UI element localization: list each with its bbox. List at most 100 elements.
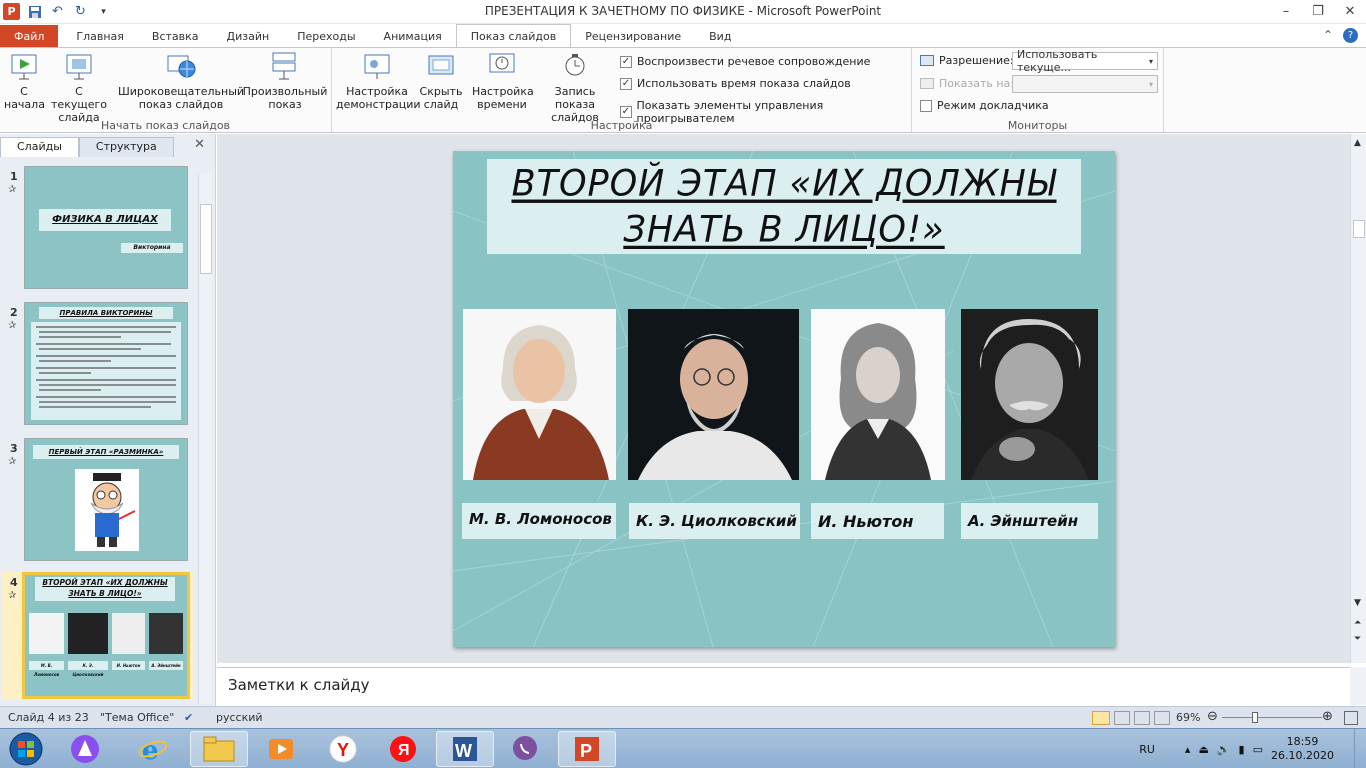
broadcast-button[interactable]: Широковещательный показ слайдов	[118, 51, 244, 111]
resolution-dropdown[interactable]: Использовать текуще... ▾	[1012, 48, 1158, 74]
scrollbar-thumb[interactable]	[200, 204, 212, 274]
broadcast-label: Широковещательный показ слайдов	[118, 85, 245, 111]
internet-explorer-icon[interactable]: e	[124, 731, 182, 767]
zoom-slider-thumb[interactable]	[1252, 712, 1258, 723]
file-explorer-icon[interactable]	[190, 731, 248, 767]
notes-scrollbar[interactable]	[1350, 667, 1366, 705]
fit-to-window-icon[interactable]	[1344, 711, 1358, 725]
portrait-tsiolkovsky[interactable]	[628, 309, 799, 480]
hide-slide-button[interactable]: Скрыть слайд	[418, 51, 464, 111]
close-icon[interactable]: ✕	[194, 137, 205, 152]
show-desktop-button[interactable]	[1354, 729, 1366, 768]
tab-home[interactable]: Главная	[62, 25, 138, 47]
thumb-body-text	[31, 322, 181, 420]
zoom-level[interactable]: 69%	[1176, 711, 1200, 724]
help-icon[interactable]: ?	[1343, 28, 1358, 43]
thumb-preview: ПЕРВЫЙ ЭТАП «РАЗМИНКА»	[24, 438, 188, 561]
minimize-ribbon-icon[interactable]: ⌃	[1323, 28, 1333, 43]
zoom-out-icon[interactable]: ⊖	[1207, 709, 1218, 724]
name-box-lomonosov[interactable]: М. В. Ломоносов	[462, 503, 616, 539]
slide-title-box[interactable]: ВТОРОЙ ЭТАП «ИХ ДОЛЖНЫ ЗНАТЬ В ЛИЦО!»	[487, 159, 1081, 254]
portrait-newton[interactable]	[811, 309, 945, 480]
name-box-newton[interactable]: И. Ньютон	[811, 503, 944, 539]
powerpoint-taskbar-icon[interactable]: P	[558, 731, 616, 767]
scrollbar-thumb[interactable]	[1353, 220, 1365, 238]
main-scrollbar[interactable]: ▲ ▼ ⏶ ⏷	[1350, 134, 1366, 663]
clock[interactable]: 18:59 26.10.2020	[1271, 735, 1334, 763]
tab-review[interactable]: Рецензирование	[571, 25, 695, 47]
thumb-preview: ВТОРОЙ ЭТАП «ИХ ДОЛЖНЫ ЗНАТЬ В ЛИЦО!» М.…	[22, 572, 190, 699]
rehearse-timings-button[interactable]: Настройка времени	[472, 51, 534, 111]
slide-thumbnail-2[interactable]: 2 ✰ ПРАВИЛА ВИКТОРИНЫ	[0, 302, 200, 427]
spellcheck-icon[interactable]: ✔	[184, 711, 193, 724]
close-button[interactable]: ✕	[1334, 0, 1366, 22]
reading-view-icon[interactable]	[1134, 711, 1150, 725]
restore-button[interactable]: ❐	[1302, 0, 1334, 22]
zoom-in-icon[interactable]: ⊕	[1322, 709, 1333, 724]
ribbon-right-controls: ⌃ ?	[1323, 28, 1358, 43]
scroll-up-icon[interactable]: ▲	[1354, 138, 1361, 148]
tab-slides[interactable]: Слайды	[0, 137, 79, 157]
tab-outline[interactable]: Структура	[78, 137, 174, 157]
slideshow-view-icon[interactable]	[1154, 711, 1170, 725]
tab-design[interactable]: Дизайн	[213, 25, 284, 47]
name-box-tsiolkovsky[interactable]: К. Э. Циолковский	[629, 503, 800, 539]
viber-icon[interactable]	[496, 731, 554, 767]
word-icon[interactable]: W	[436, 731, 494, 767]
slide-thumbnail-3[interactable]: 3 ✰ ПЕРВЫЙ ЭТАП «РАЗМИНКА»	[0, 438, 200, 563]
portrait-lomonosov[interactable]	[463, 309, 616, 480]
ribbon-tabs: Файл Главная Вставка Дизайн Переходы Ани…	[0, 24, 1366, 47]
next-slide-icon[interactable]: ⏷	[1354, 634, 1361, 644]
group-label-start: Начать показ слайдов	[100, 119, 231, 132]
custom-show-button[interactable]: Произвольный показ	[242, 51, 328, 111]
setup-show-button[interactable]: Настройка демонстрации	[336, 51, 421, 111]
presenter-view-checkbox[interactable]: Режим докладчика	[920, 99, 1049, 112]
thumb-portrait-1	[29, 613, 64, 654]
timings-checkbox[interactable]: ✓ Использовать время показа слайдов	[620, 77, 851, 90]
timings-check-icon: ✓	[620, 77, 632, 90]
tab-insert[interactable]: Вставка	[138, 25, 213, 47]
from-current-button[interactable]: С текущего слайда	[46, 51, 112, 124]
tab-transitions[interactable]: Переходы	[283, 25, 369, 47]
show-on-dropdown[interactable]: ▾	[1012, 75, 1158, 93]
current-slide[interactable]: ВТОРОЙ ЭТАП «ИХ ДОЛЖНЫ ЗНАТЬ В ЛИЦО!» М.…	[453, 151, 1115, 647]
minimize-button[interactable]: –	[1270, 0, 1302, 22]
thumb-portrait-2	[68, 613, 108, 654]
from-start-button[interactable]: С начала	[4, 51, 45, 111]
slide-thumbnail-1[interactable]: 1 ✰ ФИЗИКА В ЛИЦАХ Викторина	[0, 166, 200, 291]
thumb-name: К. Э. Циолковский	[68, 661, 108, 677]
ribbon: С начала С текущего слайда Широковещател…	[0, 47, 1366, 133]
start-button[interactable]	[0, 731, 52, 767]
slide-thumbnail-4[interactable]: 4 ✰ ВТОРОЙ ЭТАП «ИХ ДОЛЖНЫ ЗНАТЬ В ЛИЦО!…	[0, 572, 200, 699]
narration-checkbox[interactable]: ✓ Воспроизвести речевое сопровождение	[620, 55, 870, 68]
portrait-einstein[interactable]	[961, 309, 1098, 480]
yandex-browser-icon[interactable]: Y	[314, 731, 372, 767]
show-hidden-icons-icon[interactable]: ▴	[1185, 743, 1191, 756]
network-signal-icon[interactable]: ▮	[1239, 743, 1245, 756]
usb-device-icon[interactable]: ⏏	[1198, 743, 1208, 756]
normal-view-icon[interactable]	[1092, 711, 1110, 725]
resolution-label: Разрешение:	[939, 54, 1014, 67]
input-language[interactable]: RU	[1139, 743, 1155, 756]
alice-app-icon[interactable]	[56, 731, 114, 767]
volume-icon[interactable]: 🔈	[1217, 743, 1231, 756]
language-indicator[interactable]: русский	[216, 711, 263, 724]
tab-animations[interactable]: Анимация	[370, 25, 456, 47]
group-label-setup: Настройка	[590, 119, 653, 132]
tab-file[interactable]: Файл	[0, 25, 59, 47]
scroll-down-icon[interactable]: ▼	[1354, 598, 1361, 608]
name-box-einstein[interactable]: А. Эйнштейн	[961, 503, 1098, 539]
record-show-button[interactable]: Запись показа слайдов	[534, 51, 616, 124]
battery-icon[interactable]: ▭	[1253, 743, 1263, 756]
tab-slideshow[interactable]: Показ слайдов	[455, 24, 572, 47]
zoom-slider-track[interactable]	[1222, 717, 1322, 718]
previous-slide-icon[interactable]: ⏶	[1354, 618, 1361, 628]
yandex-icon[interactable]: Я	[374, 731, 432, 767]
thumb-name: А. Эйнштейн	[149, 661, 183, 670]
slide-sorter-view-icon[interactable]	[1114, 711, 1130, 725]
notes-pane[interactable]: Заметки к слайду	[217, 667, 1350, 705]
presenter-view-label: Режим докладчика	[937, 99, 1049, 112]
tab-view[interactable]: Вид	[695, 25, 745, 47]
media-player-icon[interactable]	[252, 731, 310, 767]
slides-pane-scrollbar[interactable]	[198, 174, 212, 704]
